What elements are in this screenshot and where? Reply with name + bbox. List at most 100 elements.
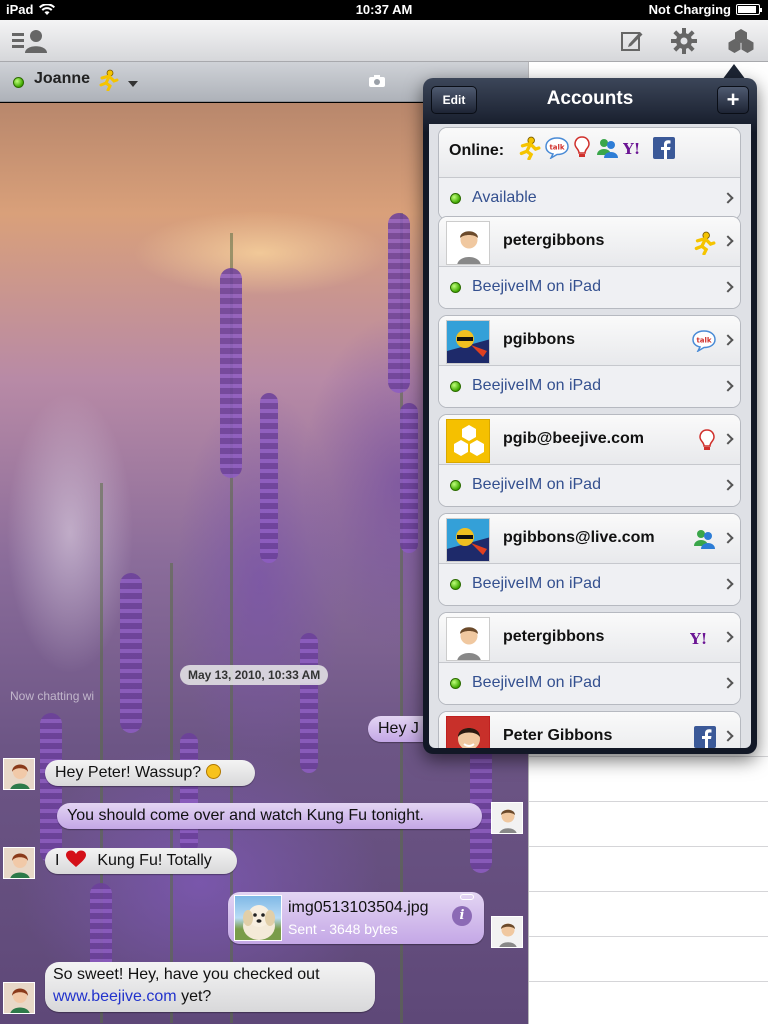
chevron-right-icon	[722, 192, 734, 204]
info-icon[interactable]: i	[452, 906, 472, 926]
beejive-link[interactable]: www.beejive.com	[53, 988, 177, 1005]
svg-text:Y!: Y!	[623, 140, 640, 157]
account-card: Peter Gibbons	[438, 711, 741, 748]
gtalk-icon: talk	[692, 330, 716, 352]
contacts-button[interactable]	[10, 26, 50, 56]
account-row[interactable]: pgibbons@live.com	[439, 514, 740, 564]
aim-running-man-icon	[99, 69, 119, 91]
account-name: pgibbons@live.com	[503, 529, 655, 546]
file-message-bubble[interactable]: img0513103504.jpg Sent - 3648 bytes i	[228, 892, 484, 944]
status-bar: iPad 10:37 AM Not Charging	[0, 0, 768, 20]
account-name: pgibbons	[503, 331, 575, 348]
yahoo-icon: Y!	[690, 630, 707, 647]
account-name: petergibbons	[503, 628, 605, 645]
compose-icon	[621, 32, 643, 51]
online-status-dot	[450, 381, 461, 392]
account-row[interactable]: pgibbons talk	[439, 316, 740, 366]
online-status-dot	[450, 282, 461, 293]
avatar-joanne	[3, 982, 35, 1014]
availability-status: Available	[472, 189, 537, 206]
chevron-right-icon	[722, 380, 734, 392]
account-name: petergibbons	[503, 232, 605, 249]
chevron-right-icon	[722, 479, 734, 491]
popover-title: Accounts	[546, 88, 634, 109]
aim-icon	[519, 136, 541, 160]
bulb-icon	[574, 136, 590, 157]
facebook-icon	[653, 137, 675, 159]
account-status: BeejiveIM on iPad	[472, 377, 601, 394]
account-avatar	[446, 617, 490, 661]
file-thumbnail[interactable]	[234, 895, 282, 941]
account-row[interactable]: petergibbons	[439, 217, 740, 267]
account-status-row[interactable]: BeejiveIM on iPad	[439, 366, 740, 407]
account-row[interactable]: petergibbons Y!	[439, 613, 740, 663]
online-status-dot	[450, 579, 461, 590]
avatar-peter	[491, 916, 523, 948]
settings-button[interactable]	[668, 26, 700, 56]
accounts-popover: Edit Accounts + Online: talk Y! Availabl…	[423, 78, 757, 754]
chevron-right-icon	[722, 433, 734, 445]
message-bubble-received: So sweet! Hey, have you checked out www.…	[45, 962, 375, 1012]
account-card: petergibbons BeejiveIM on iPad	[438, 216, 741, 309]
chevron-right-icon	[722, 334, 734, 346]
svg-text:talk: talk	[696, 337, 711, 345]
contacts-list-icon	[12, 30, 47, 53]
account-row[interactable]: pgib@beejive.com	[439, 415, 740, 465]
chevron-down-icon[interactable]	[128, 81, 138, 87]
battery-text: Not Charging	[648, 2, 731, 17]
account-status: BeejiveIM on iPad	[472, 674, 601, 691]
account-avatar	[446, 221, 490, 265]
svg-text:Y!: Y!	[690, 630, 707, 647]
account-status: BeejiveIM on iPad	[472, 476, 601, 493]
message-bubble-received: I Kung Fu! Totally	[45, 848, 237, 874]
link-chain-icon	[460, 894, 474, 900]
message-bubble-received: Hey Peter! Wassup?	[45, 760, 255, 786]
chevron-right-icon	[722, 578, 734, 590]
online-status-dot	[450, 480, 461, 491]
account-avatar	[446, 419, 490, 463]
accounts-list: Online: talk Y! Available petergibbons B…	[429, 124, 751, 748]
account-row[interactable]: Peter Gibbons	[439, 712, 740, 748]
account-card: pgibbons@live.com BeejiveIM on iPad	[438, 513, 741, 606]
account-avatar	[446, 716, 490, 748]
msn-icon	[694, 530, 715, 549]
ipad-screen: iPad 10:37 AM Not Charging Joanne May 13…	[0, 0, 768, 1024]
accounts-icon	[728, 29, 754, 53]
facebook-icon	[694, 726, 716, 748]
chevron-right-icon	[722, 235, 734, 247]
availability-row[interactable]: Available	[439, 178, 740, 219]
camera-icon[interactable]	[368, 74, 386, 88]
account-card: pgibbons talk BeejiveIM on iPad	[438, 315, 741, 408]
smiley-icon	[205, 764, 221, 779]
account-card: pgib@beejive.com BeejiveIM on iPad	[438, 414, 741, 507]
account-status-row[interactable]: BeejiveIM on iPad	[439, 465, 740, 506]
heart-icon	[65, 850, 86, 867]
online-label: Online:	[449, 142, 505, 159]
online-status-dot	[13, 77, 24, 88]
account-status-row[interactable]: BeejiveIM on iPad	[439, 267, 740, 308]
bulb-icon	[699, 429, 715, 450]
avatar-joanne	[3, 847, 35, 879]
avatar-peter	[491, 802, 523, 834]
puppy-thumbnail	[243, 905, 275, 940]
now-chatting-text: Now chatting wi	[10, 689, 95, 703]
chevron-right-icon	[722, 281, 734, 293]
chevron-right-icon	[722, 730, 734, 742]
accounts-button[interactable]	[725, 26, 757, 56]
add-account-button[interactable]: +	[717, 86, 749, 114]
file-status: Sent - 3648 bytes	[288, 921, 398, 937]
account-status-row[interactable]: BeejiveIM on iPad	[439, 564, 740, 605]
gear-icon	[671, 28, 697, 54]
account-status-row[interactable]: BeejiveIM on iPad	[439, 663, 740, 704]
chevron-right-icon	[722, 631, 734, 643]
gtalk-icon: talk	[545, 137, 569, 159]
online-status-card: Online: talk Y! Available	[438, 127, 741, 220]
online-services-row: Online: talk Y!	[439, 128, 740, 178]
message-bubble-sent: You should come over and watch Kung Fu t…	[57, 803, 482, 829]
avatar-joanne	[3, 758, 35, 790]
account-avatar	[446, 518, 490, 562]
account-status: BeejiveIM on iPad	[472, 278, 601, 295]
msn-icon	[597, 139, 618, 158]
compose-button[interactable]	[616, 26, 648, 56]
aim-icon	[694, 231, 716, 255]
